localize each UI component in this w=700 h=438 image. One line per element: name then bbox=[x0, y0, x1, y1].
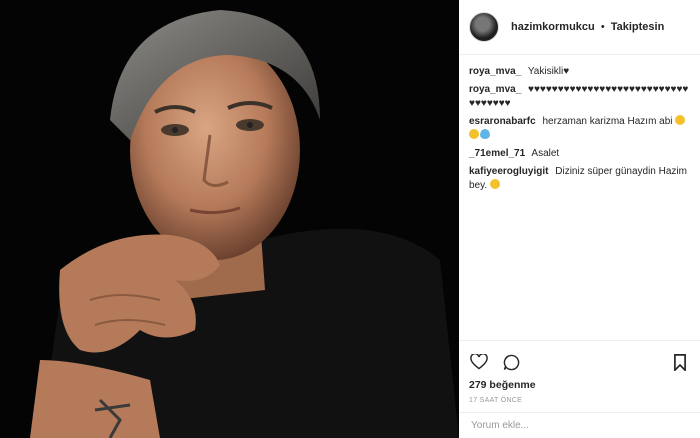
smile-emoji-icon bbox=[469, 129, 479, 139]
blue-heart-emoji-icon bbox=[480, 129, 490, 139]
heart-icon[interactable] bbox=[469, 352, 489, 372]
comment-item: esraronabarfc herzaman karizma Hazım abi bbox=[469, 115, 690, 143]
thumbs-up-emoji-icon bbox=[675, 115, 686, 125]
comment-text: Asalet bbox=[531, 148, 560, 159]
avatar[interactable] bbox=[469, 12, 499, 42]
post-time: 17 SAAT ÖNCE bbox=[469, 397, 523, 404]
comment-item: roya_mva_ Yakisikli♥ bbox=[469, 65, 690, 79]
comment-username[interactable]: roya_mva_ bbox=[469, 66, 521, 77]
following-button[interactable]: Takiptesin bbox=[611, 21, 665, 33]
comment-username[interactable]: roya_mva_ bbox=[469, 84, 521, 95]
post-username[interactable]: hazimkormukcu bbox=[511, 21, 595, 33]
post-actions: 279 beğenme 17 SAAT ÖNCE bbox=[459, 340, 700, 404]
post-header: hazimkormukcu • Takiptesin bbox=[459, 0, 700, 55]
comment-item: _71emel_71 Asalet bbox=[469, 147, 690, 161]
comment-text: herzaman karizma Hazım abi bbox=[542, 116, 673, 127]
likes-count[interactable]: 279 beğenme bbox=[459, 375, 700, 391]
instagram-post: hazimkormukcu • Takiptesin roya_mva_ Yak… bbox=[0, 0, 700, 438]
comment-input[interactable] bbox=[469, 419, 673, 432]
comment-icon[interactable] bbox=[501, 352, 521, 372]
header-separator: • bbox=[600, 21, 605, 33]
smile-emoji-icon bbox=[489, 179, 500, 189]
comments-list: roya_mva_ Yakisikli♥ roya_mva_ ♥♥♥♥♥♥♥♥♥… bbox=[459, 55, 700, 193]
add-comment-bar bbox=[459, 412, 700, 438]
comment-username[interactable]: kafiyeerogluyigit bbox=[469, 166, 548, 177]
bookmark-icon[interactable] bbox=[670, 352, 690, 372]
comment-username[interactable]: _71emel_71 bbox=[469, 148, 525, 159]
comment-text: Yakisikli♥ bbox=[527, 66, 570, 77]
post-photo bbox=[0, 0, 459, 438]
post-sidebar: hazimkormukcu • Takiptesin roya_mva_ Yak… bbox=[459, 0, 700, 438]
comment-item: kafiyeerogluyigit Diziniz süper günaydin… bbox=[469, 165, 690, 193]
comment-item: roya_mva_ ♥♥♥♥♥♥♥♥♥♥♥♥♥♥♥♥♥♥♥♥♥♥♥♥♥♥♥♥♥♥… bbox=[469, 83, 690, 111]
comment-username[interactable]: esraronabarfc bbox=[469, 116, 536, 127]
